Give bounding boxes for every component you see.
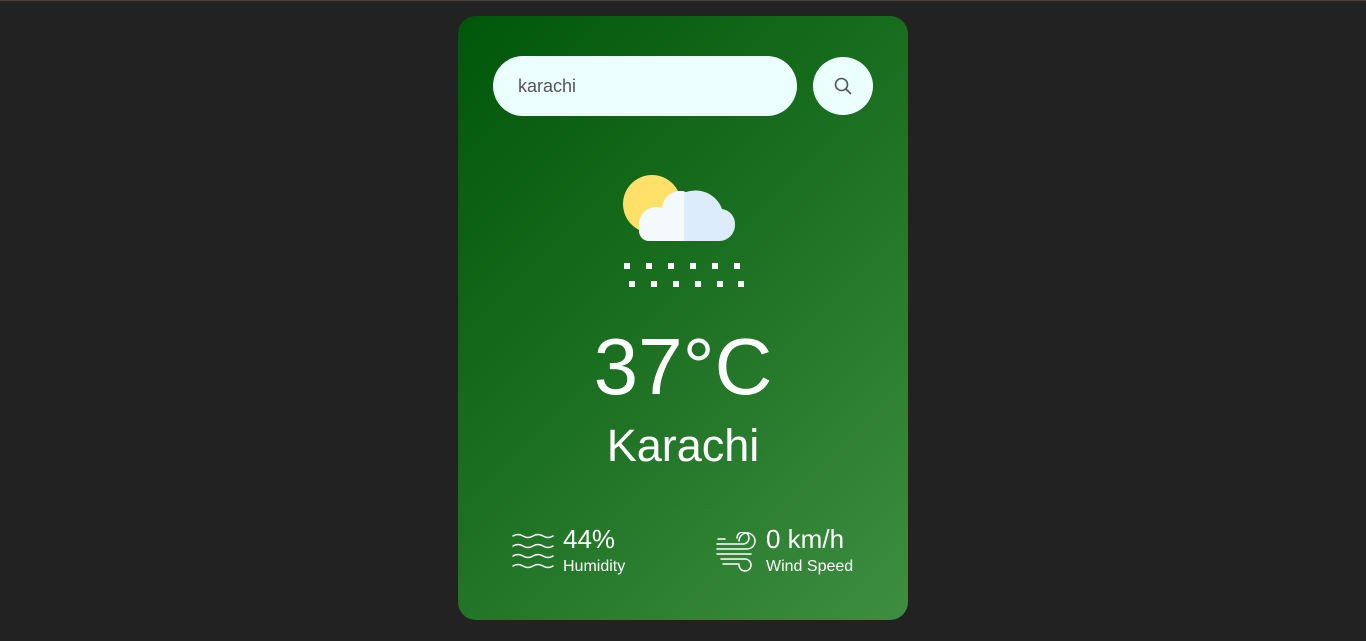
city-name: Karachi	[606, 420, 760, 471]
search-button[interactable]	[813, 57, 873, 115]
partly-cloudy-snow-icon	[623, 175, 744, 287]
window-top-border	[0, 0, 1366, 1]
humidity-detail: 44% Humidity	[512, 524, 625, 578]
search-input[interactable]	[493, 56, 797, 116]
humidity-waves-icon	[512, 533, 554, 569]
humidity-text: 44% Humidity	[563, 524, 625, 578]
search-icon	[834, 77, 852, 95]
wind-value: 0 km/h	[766, 524, 845, 554]
snow-dots	[624, 263, 744, 287]
temperature-value: 37°C	[593, 322, 773, 411]
wind-text: 0 km/h Wind Speed	[766, 524, 853, 578]
humidity-value: 44%	[563, 524, 616, 554]
wind-icon	[716, 532, 756, 572]
humidity-label: Humidity	[563, 558, 626, 575]
weather-card: 37°C Karachi 44% Humidity	[458, 16, 908, 620]
wind-label: Wind Speed	[766, 558, 854, 575]
wind-detail: 0 km/h Wind Speed	[715, 524, 853, 578]
